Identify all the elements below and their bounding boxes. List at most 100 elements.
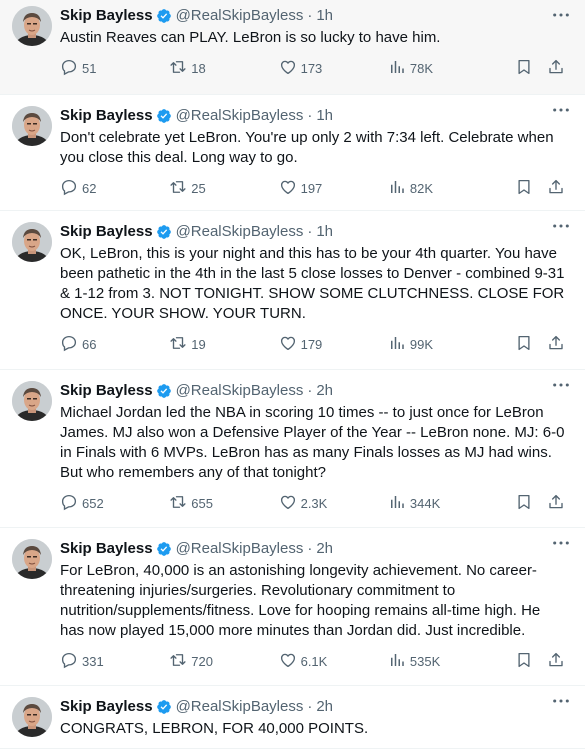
view-count: 535K	[409, 653, 441, 669]
display-name[interactable]: Skip Bayless	[60, 381, 153, 401]
share-icon[interactable]	[533, 178, 565, 199]
retweet-icon	[169, 334, 191, 355]
view-count: 344K	[409, 495, 441, 511]
view-count: 99K	[409, 336, 434, 352]
timestamp[interactable]: 1h	[316, 222, 333, 242]
display-name[interactable]: Skip Bayless	[60, 106, 153, 126]
like-button[interactable]: 6.1K	[279, 651, 388, 672]
more-options-icon[interactable]	[551, 103, 571, 117]
retweet-count: 18	[191, 60, 206, 76]
tweet-header: Skip Bayless @RealSkipBayless · 2h	[60, 539, 567, 559]
retweet-button[interactable]: 655	[169, 493, 278, 514]
action-bar: 331 720 6.1K 535K	[60, 651, 567, 671]
action-bar: 66 19 179 99K	[60, 334, 567, 354]
timestamp[interactable]: 1h	[316, 6, 333, 26]
display-name[interactable]: Skip Bayless	[60, 697, 153, 717]
user-handle[interactable]: @RealSkipBayless	[176, 222, 304, 242]
reply-button[interactable]: 66	[60, 334, 169, 355]
reply-icon	[60, 334, 82, 355]
retweet-count: 25	[191, 180, 206, 196]
tweet[interactable]: Skip Bayless @RealSkipBayless · 2h For LeBro…	[0, 528, 585, 686]
heart-icon	[279, 334, 301, 355]
tweet[interactable]: Skip Bayless @RealSkipBayless · 1h OK, LeBro…	[0, 211, 585, 370]
verified-badge-icon	[156, 8, 172, 24]
retweet-button[interactable]: 25	[169, 178, 278, 199]
more-options-icon[interactable]	[551, 536, 571, 550]
retweet-button[interactable]: 18	[169, 58, 278, 79]
views-button[interactable]: 344K	[388, 493, 501, 514]
tweet[interactable]: Skip Bayless @RealSkipBayless · 2h Michael J…	[0, 370, 585, 528]
heart-icon	[279, 58, 301, 79]
like-count: 179	[300, 336, 323, 352]
reply-icon	[60, 651, 82, 672]
retweet-count: 655	[191, 495, 213, 511]
user-handle[interactable]: @RealSkipBayless	[176, 6, 304, 26]
user-handle[interactable]: @RealSkipBayless	[176, 106, 304, 126]
share-icon[interactable]	[533, 651, 565, 672]
tweet-header: Skip Bayless @RealSkipBayless · 1h	[60, 6, 567, 26]
action-bar: 51 18 173 78K	[60, 58, 567, 78]
tweet-body: Skip Bayless @RealSkipBayless · 1h OK, LeBro…	[60, 222, 573, 369]
reply-button[interactable]: 652	[60, 493, 169, 514]
tweet[interactable]: Skip Bayless @RealSkipBayless · 1h Don't cel…	[0, 95, 585, 211]
more-options-icon[interactable]	[551, 694, 571, 708]
bookmark-icon[interactable]	[501, 58, 533, 79]
avatar[interactable]	[12, 539, 52, 579]
avatar[interactable]	[12, 381, 52, 421]
retweet-button[interactable]: 19	[169, 334, 278, 355]
timestamp[interactable]: 2h	[316, 381, 333, 401]
share-icon[interactable]	[533, 493, 565, 514]
retweet-count: 19	[191, 336, 206, 352]
reply-button[interactable]: 51	[60, 58, 169, 79]
avatar[interactable]	[12, 106, 52, 146]
bookmark-icon[interactable]	[501, 334, 533, 355]
analytics-icon	[388, 178, 410, 199]
tweet[interactable]: Skip Bayless @RealSkipBayless · 2h CONGRATS,…	[0, 686, 585, 749]
bookmark-icon[interactable]	[501, 651, 533, 672]
timestamp[interactable]: 2h	[316, 697, 333, 717]
share-icon[interactable]	[533, 58, 565, 79]
timestamp[interactable]: 1h	[316, 106, 333, 126]
views-button[interactable]: 78K	[388, 58, 501, 79]
display-name[interactable]: Skip Bayless	[60, 539, 153, 559]
more-options-icon[interactable]	[551, 8, 571, 22]
views-button[interactable]: 82K	[388, 178, 501, 199]
separator-dot: ·	[307, 7, 313, 24]
view-count: 82K	[409, 180, 434, 196]
user-handle[interactable]: @RealSkipBayless	[176, 381, 304, 401]
user-handle[interactable]: @RealSkipBayless	[176, 697, 304, 717]
user-handle[interactable]: @RealSkipBayless	[176, 539, 304, 559]
share-icon[interactable]	[533, 334, 565, 355]
like-button[interactable]: 197	[279, 178, 388, 199]
avatar[interactable]	[12, 6, 52, 46]
avatar[interactable]	[12, 222, 52, 262]
tweet-text: OK, LeBron, this is your night and this …	[60, 245, 569, 322]
reply-count: 51	[82, 60, 97, 76]
display-name[interactable]: Skip Bayless	[60, 6, 153, 26]
tweet-body: Skip Bayless @RealSkipBayless · 1h Don't cel…	[60, 106, 573, 210]
more-options-icon[interactable]	[551, 378, 571, 392]
like-button[interactable]: 173	[279, 58, 388, 79]
avatar[interactable]	[12, 697, 52, 737]
verified-badge-icon	[156, 383, 172, 399]
separator-dot: ·	[307, 382, 313, 399]
retweet-button[interactable]: 720	[169, 651, 278, 672]
timestamp[interactable]: 2h	[316, 539, 333, 559]
tweet-tools	[501, 334, 565, 355]
bookmark-icon[interactable]	[501, 493, 533, 514]
bookmark-icon[interactable]	[501, 178, 533, 199]
reply-button[interactable]: 331	[60, 651, 169, 672]
heart-icon	[279, 651, 301, 672]
views-button[interactable]: 535K	[388, 651, 501, 672]
like-button[interactable]: 2.3K	[279, 493, 388, 514]
tweet-tools	[501, 651, 565, 672]
verified-badge-icon	[156, 108, 172, 124]
like-button[interactable]: 179	[279, 334, 388, 355]
views-button[interactable]: 99K	[388, 334, 501, 355]
reply-button[interactable]: 62	[60, 178, 169, 199]
heart-icon	[279, 178, 301, 199]
analytics-icon	[388, 493, 410, 514]
more-options-icon[interactable]	[551, 219, 571, 233]
display-name[interactable]: Skip Bayless	[60, 222, 153, 242]
tweet[interactable]: Skip Bayless @RealSkipBayless · 1h Austin Re…	[0, 0, 585, 95]
